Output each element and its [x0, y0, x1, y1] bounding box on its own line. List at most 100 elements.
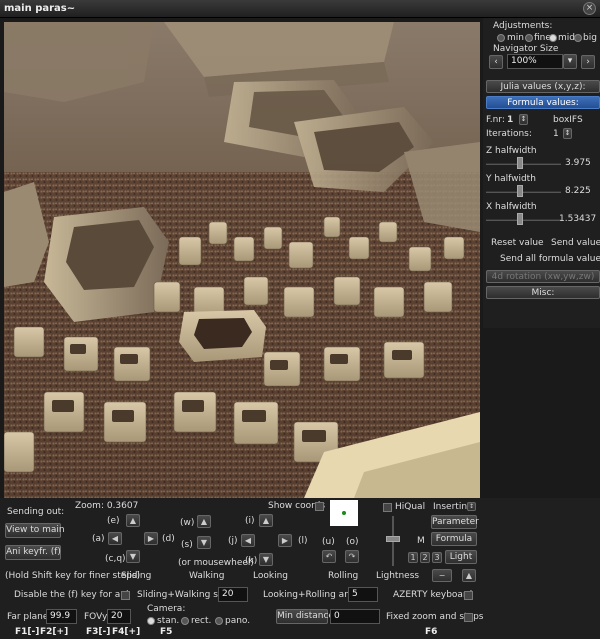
- insert-parameter-button[interactable]: Parameter: [431, 515, 479, 529]
- slide-left-button[interactable]: ◀: [108, 532, 122, 545]
- y-halfwidth-label: Y halfwidth: [486, 174, 536, 184]
- inserting-stepper[interactable]: ↕: [467, 502, 476, 511]
- look-left-button[interactable]: ◀: [241, 534, 255, 547]
- navigator-size-next-button[interactable]: ›: [581, 55, 595, 69]
- reset-value-button[interactable]: Reset value: [491, 238, 544, 248]
- lightness-label: Lightness: [376, 571, 420, 581]
- radio-fine[interactable]: [525, 34, 533, 42]
- camera-pano-radio[interactable]: [215, 617, 223, 625]
- chevron-left-icon: ‹: [494, 57, 498, 67]
- julia-values-button[interactable]: Julia values (x,y,z):: [486, 80, 600, 93]
- key-s-label: (s): [181, 540, 193, 550]
- sliding-walking-step-input[interactable]: 20: [218, 587, 248, 602]
- ani-keyframe-button[interactable]: Ani keyfr. (f): [5, 545, 61, 560]
- radio-mid[interactable]: [549, 34, 557, 42]
- key-w-label: (w): [180, 518, 195, 528]
- light-next-button[interactable]: ▲: [462, 569, 476, 582]
- iterations-label: Iterations:: [486, 129, 532, 139]
- formula-values-button[interactable]: Formula values:: [486, 96, 600, 109]
- minus-icon: −: [438, 571, 446, 580]
- f1-key-label: F1[-]: [15, 627, 40, 637]
- fixed-zoom-checkbox[interactable]: [464, 613, 473, 622]
- fnr-label: F.nr:: [486, 115, 505, 125]
- light-prev-button[interactable]: −: [432, 569, 452, 582]
- radio-big[interactable]: [574, 34, 582, 42]
- arrow-up-icon: ▲: [262, 516, 270, 525]
- fnr-stepper[interactable]: ↕: [519, 114, 528, 125]
- camera-rect-radio[interactable]: [181, 617, 189, 625]
- misc-button[interactable]: Misc:: [486, 286, 600, 299]
- y-halfwidth-slider[interactable]: [486, 191, 561, 193]
- looking-label: Looking: [253, 571, 288, 581]
- navigator-size-label: Navigator Size: [493, 44, 559, 54]
- x-halfwidth-slider-knob[interactable]: [517, 213, 523, 225]
- m-label: M: [417, 536, 425, 546]
- arrow-left-icon: ◀: [244, 536, 252, 545]
- disable-f-checkbox[interactable]: [121, 591, 130, 600]
- look-up-button[interactable]: ▲: [259, 514, 273, 527]
- fnr-value: 1: [507, 115, 514, 125]
- camera-label: Camera:: [147, 604, 186, 614]
- radio-min-label: min: [507, 33, 524, 43]
- walking-label: Walking: [189, 571, 225, 581]
- camera-standard-radio[interactable]: [147, 617, 155, 625]
- min-distance-input[interactable]: 0: [330, 609, 380, 624]
- position-dot-icon: [342, 511, 346, 515]
- light-1-button[interactable]: 1: [408, 552, 418, 563]
- insert-formula-button[interactable]: Formula: [431, 532, 477, 546]
- lightness-slider-knob[interactable]: [386, 536, 400, 542]
- hiqual-checkbox[interactable]: [383, 503, 392, 512]
- walk-forward-button[interactable]: ▲: [197, 515, 211, 528]
- roll-right-button[interactable]: ↷: [345, 550, 359, 563]
- chevron-right-icon: ›: [586, 57, 590, 67]
- send-value-button[interactable]: Send value: [551, 238, 600, 248]
- slide-down-button[interactable]: ▼: [126, 550, 140, 563]
- send-all-formula-values-button[interactable]: Send all formula values: [500, 254, 600, 264]
- view-to-main-button[interactable]: View to main: [5, 523, 65, 538]
- looking-rolling-angle-input[interactable]: 5: [348, 587, 378, 602]
- look-right-button[interactable]: ▶: [278, 534, 292, 547]
- radio-min[interactable]: [497, 34, 505, 42]
- fovy-label: FOVy:: [84, 612, 110, 622]
- close-icon[interactable]: ×: [583, 2, 596, 15]
- key-u-label: (u): [322, 537, 335, 547]
- key-k-label: (k): [245, 556, 258, 566]
- navigator-preview[interactable]: [330, 500, 358, 526]
- stepper-icon: ↕: [520, 115, 527, 123]
- x-halfwidth-slider[interactable]: [486, 219, 561, 221]
- key-e-label: (e): [107, 516, 120, 526]
- slide-right-button[interactable]: ▶: [144, 532, 158, 545]
- key-i-label: (i): [245, 516, 255, 526]
- 4d-rotation-button[interactable]: 4d rotation (xw,yw,zw): [486, 270, 600, 283]
- slide-up-button[interactable]: ▲: [126, 514, 140, 527]
- look-down-button[interactable]: ▼: [259, 553, 273, 566]
- roll-left-button[interactable]: ↶: [322, 550, 336, 563]
- camera-pano-label: pano.: [225, 616, 251, 626]
- far-plane-input[interactable]: 99.9: [46, 609, 77, 624]
- sending-out-label: Sending out:: [7, 507, 65, 517]
- navigator-size-dropdown-button[interactable]: ▾: [563, 54, 577, 69]
- title-bar: main paras~ ×: [0, 0, 600, 18]
- z-halfwidth-slider[interactable]: [486, 163, 561, 165]
- navigator-size-select[interactable]: 100%: [507, 54, 563, 69]
- key-a-label: (a): [92, 534, 105, 544]
- min-distance-button[interactable]: Min distance:: [276, 609, 337, 624]
- z-halfwidth-slider-knob[interactable]: [517, 157, 523, 169]
- navigator-size-prev-button[interactable]: ‹: [489, 55, 503, 69]
- walk-backward-button[interactable]: ▼: [197, 536, 211, 549]
- key-l-label: (l): [298, 536, 308, 546]
- y-halfwidth-slider-knob[interactable]: [517, 185, 523, 197]
- x-halfwidth-value: 1.53437: [559, 214, 597, 224]
- insert-light-button[interactable]: Light: [445, 550, 477, 564]
- f4-key-label: F4[+]: [112, 627, 141, 637]
- window-title: main paras~: [4, 3, 76, 14]
- show-coords-checkbox[interactable]: [315, 502, 324, 511]
- fovy-input[interactable]: 20: [107, 609, 131, 624]
- fractal-viewport[interactable]: [4, 22, 480, 498]
- light-2-button[interactable]: 2: [420, 552, 430, 563]
- radio-big-label: big: [583, 33, 597, 43]
- azerty-checkbox[interactable]: [464, 591, 473, 600]
- iterations-stepper[interactable]: ↕: [563, 128, 572, 139]
- f6-key-label: F6: [425, 627, 438, 637]
- light-3-button[interactable]: 3: [432, 552, 442, 563]
